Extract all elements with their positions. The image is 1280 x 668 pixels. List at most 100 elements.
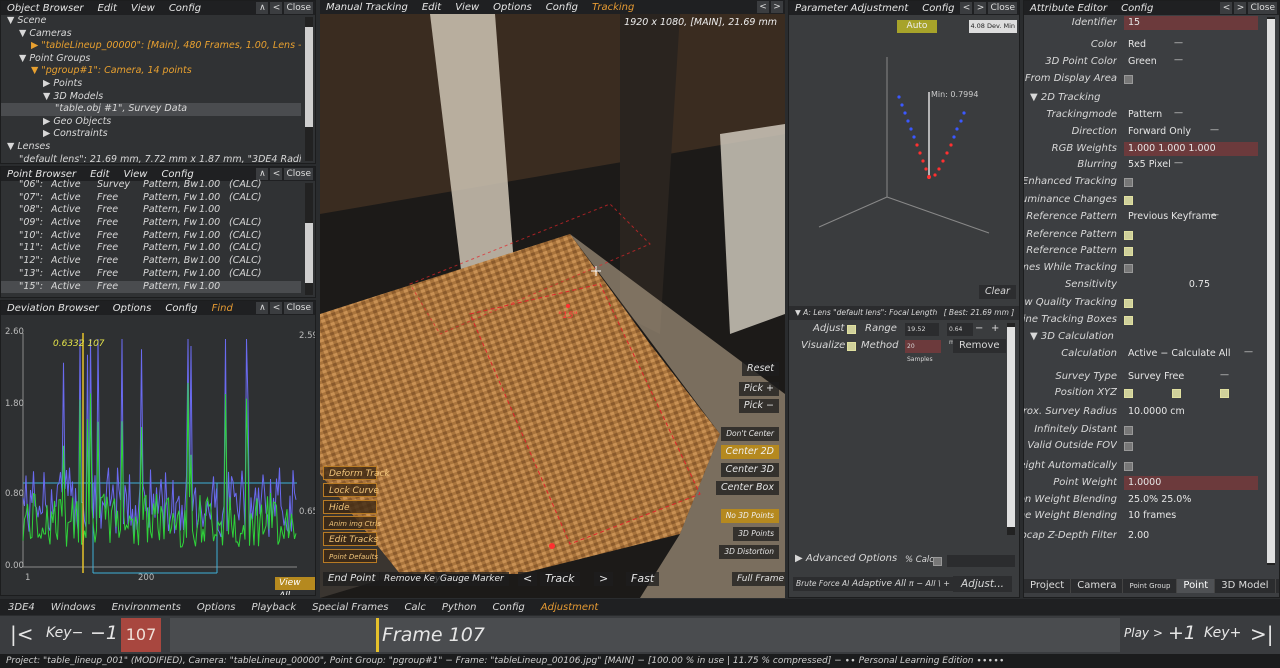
timeline-slider[interactable] [170,618,1120,652]
point-browser-scrollbar[interactable] [305,183,313,295]
brute-force-all-button[interactable]: Brute Force All [793,577,855,591]
main-menu-item[interactable]: Options [197,602,236,613]
attribute-checkbox[interactable] [1124,462,1133,471]
right-tool-button[interactable]: Don't Center [721,427,779,441]
attribute-tab[interactable]: Lens [1275,579,1279,593]
timeline-bar[interactable]: |< Key− −1 107 Frame 107 Play > +1 Key+ … [0,616,1280,654]
position-field[interactable] [1184,385,1212,400]
manual-tracking-menu-config[interactable]: Config [546,2,578,13]
table-row[interactable]: "07": Active Free Pattern, Fw 1.00 (CALC) [1,192,301,205]
attribute-dropdown[interactable]: Survey Free [1124,369,1234,384]
position-field[interactable] [1136,385,1164,400]
dropdown-icon[interactable]: — [1210,125,1219,135]
dropdown-icon[interactable]: — [1174,55,1183,65]
main-menu-item[interactable]: 3DE4 [8,602,35,613]
attribute-field[interactable]: 1.000 1.000 1.000 [1124,141,1258,156]
manual-tracking-menu-options[interactable]: Options [493,2,532,13]
table-row[interactable]: "09": Active Free Pattern, Fw 1.00 (CALC) [1,217,301,230]
attribute-dropdown[interactable]: Forward Only [1124,125,1224,139]
range-value[interactable]: 19.52 mm [905,323,939,346]
current-frame-field[interactable]: 107 [121,618,161,652]
attribute-section-header[interactable]: ▼ 3D Calculation [1030,331,1114,342]
table-row[interactable]: "13": Active Free Pattern, Fw 1.00 (CALC) [1,268,301,281]
end-point-button[interactable]: End Point [323,572,381,586]
right-tool-button[interactable]: Reset [742,362,779,376]
left-tool-button[interactable]: Point Defaults [323,549,378,563]
attribute-field[interactable]: 1.0000 [1124,475,1258,490]
attribute-scrollbar[interactable] [1267,17,1275,565]
chevron-up-icon[interactable]: ∧ [256,302,269,314]
range-plus-button[interactable]: + [991,323,999,334]
percent-calc-checkbox[interactable] [933,557,942,566]
manual-tracking-viewport[interactable]: "15" Manual Tracking Edit View Options C… [320,0,785,598]
left-tool-button[interactable]: Lock Curve [323,483,379,497]
table-row[interactable]: "10": Active Free Pattern, Fw 1.00 (CALC) [1,230,301,243]
dropdown-icon[interactable]: — [1220,370,1229,380]
adaptive-all-button[interactable]: Adaptive All π − All \ + [849,577,953,591]
attribute-checkbox[interactable] [1124,178,1133,187]
attribute-editor-menu-config[interactable]: Config [1121,3,1153,14]
gauge-marker-button[interactable]: Gauge Marker [435,572,509,586]
point-browser-menu-config[interactable]: Config [161,169,193,180]
range-minus-button[interactable]: − [975,323,983,334]
right-tool-button[interactable]: 3D Points [733,527,779,541]
adjustment-graph[interactable] [789,37,1020,287]
remove-button[interactable]: Remove [953,339,1006,353]
object-browser-menu-config[interactable]: Config [169,3,201,14]
object-browser-scrollbar[interactable] [305,17,313,161]
last-frame-button[interactable]: >| [1250,622,1274,646]
tree-item[interactable]: "default lens": 21.69 mm, 7.72 mm x 1.87… [1,154,301,163]
deviation-browser-close-button[interactable]: Close [284,302,313,314]
main-menu-item[interactable]: Python [442,602,477,613]
attribute-checkbox[interactable] [1124,442,1133,451]
track-next-button[interactable]: > [594,572,614,586]
attribute-field[interactable]: 10.0000 cm [1124,404,1258,419]
next-key-button[interactable]: Key+ [1204,625,1241,641]
position-field[interactable] [1232,385,1260,400]
table-row[interactable]: "12": Active Free Pattern, Bw 1.00 (CALC) [1,255,301,268]
attribute-dropdown[interactable]: Active − Calculate All [1124,346,1258,361]
position-lock-checkbox[interactable] [1220,388,1229,398]
right-tool-button[interactable]: Center 2D [720,445,779,459]
parameter-adjustment-menu-config[interactable]: Config [922,3,954,14]
fast-button[interactable]: Fast [626,572,660,586]
tree-item[interactable]: ▶ Geo Objects [1,116,301,129]
left-tool-button[interactable]: Deform Track [323,466,390,480]
chevron-left-icon[interactable]: < [960,2,973,14]
parameter-adjustment-close-button[interactable]: Close [988,2,1017,14]
object-browser-menu-view[interactable]: View [131,3,155,14]
left-tool-button[interactable]: Hide [323,500,377,514]
advanced-options-toggle[interactable]: ▶ Advanced Options [795,553,897,564]
tree-item[interactable]: ▼ Lenses [1,141,301,154]
manual-tracking-menu-view[interactable]: View [455,2,479,13]
next-frame-button[interactable]: +1 [1168,622,1196,644]
track-prev-button[interactable]: < [518,572,538,586]
main-menu-item[interactable]: Special Frames [312,602,388,613]
tree-item[interactable]: "table.obj #1", Survey Data [1,103,301,116]
main-menu-item[interactable]: Windows [51,602,96,613]
dropdown-icon[interactable]: — [1174,158,1183,168]
chevron-right-icon[interactable]: > [974,2,987,14]
tracking-image[interactable] [320,14,785,598]
track-button[interactable]: Track [540,572,580,586]
right-tool-button[interactable]: No 3D Points [720,509,779,523]
adjust-checkbox[interactable] [847,325,856,334]
position-lock-checkbox[interactable] [1172,388,1181,398]
visualize-checkbox[interactable] [847,342,856,351]
attribute-field[interactable]: 10 frames [1124,509,1258,523]
deviation-browser-menu-config[interactable]: Config [165,303,197,314]
play-button[interactable]: Play > [1124,626,1163,640]
table-row[interactable]: "11": Active Free Pattern, Fw 1.00 (CALC) [1,242,301,255]
attribute-tab[interactable]: Point Group [1123,579,1178,593]
clear-button[interactable]: Clear [979,285,1016,299]
right-tool-button[interactable]: Center 3D [720,463,779,477]
full-frame-button[interactable]: Full Frame [732,572,785,586]
chevron-up-icon[interactable]: ∧ [256,2,269,14]
attribute-tab[interactable]: Point [1177,579,1216,593]
tree-item[interactable]: ▼ "pgroup#1": Camera, 14 points [1,65,301,78]
main-menu-item[interactable]: Environments [112,602,181,613]
attribute-checkbox[interactable] [1124,247,1133,256]
first-frame-button[interactable]: |< [10,622,34,646]
auto-button[interactable]: Auto [897,20,937,33]
deviation-browser-menu-options[interactable]: Options [113,303,152,314]
